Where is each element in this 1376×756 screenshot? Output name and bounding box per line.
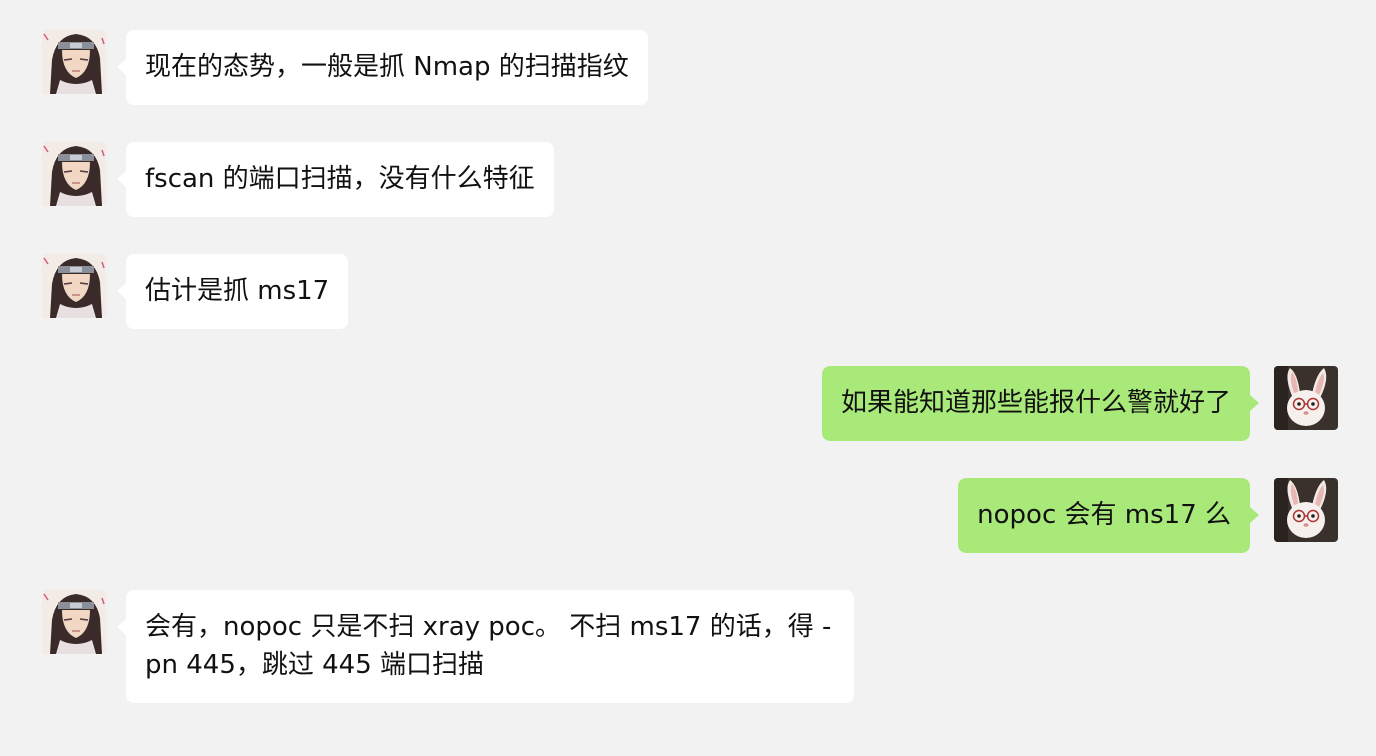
self-avatar[interactable] [1274, 366, 1338, 430]
incoming-message-bubble[interactable]: 估计是抓 ms17 [116, 254, 349, 329]
anime-character-avatar-icon [42, 30, 106, 94]
incoming-message-bubble[interactable]: 会有，nopoc 只是不扫 xray poc。 不扫 ms17 的话，得 -pn… [117, 590, 854, 703]
message-row: 会有，nopoc 只是不扫 xray poc。 不扫 ms17 的话，得 -pn… [42, 590, 854, 703]
incoming-message-bubble[interactable]: fscan 的端口扫描，没有什么特征 [117, 142, 554, 217]
incoming-message-bubble[interactable]: 现在的态势，一般是抓 Nmap 的扫描指纹 [117, 30, 648, 105]
message-row: 如果能知道那些能报什么警就好了 [821, 366, 1338, 441]
sender-avatar[interactable] [42, 142, 106, 206]
sender-avatar[interactable] [42, 590, 106, 654]
sender-avatar[interactable] [42, 30, 106, 94]
message-row: 现在的态势，一般是抓 Nmap 的扫描指纹 [42, 30, 648, 105]
rabbit-with-glasses-avatar-icon [1274, 478, 1338, 542]
outgoing-message-bubble[interactable]: 如果能知道那些能报什么警就好了 [821, 366, 1260, 441]
self-avatar[interactable] [1274, 478, 1338, 542]
outgoing-message-bubble[interactable]: nopoc 会有 ms17 么 [958, 478, 1259, 553]
anime-character-avatar-icon [42, 142, 106, 206]
sender-avatar[interactable] [42, 254, 106, 318]
chat-window: 现在的态势，一般是抓 Nmap 的扫描指纹 fscan 的端口扫描，没有什么特征… [0, 0, 1376, 756]
anime-character-avatar-icon [42, 254, 106, 318]
message-row: nopoc 会有 ms17 么 [958, 478, 1338, 553]
message-row: fscan 的端口扫描，没有什么特征 [42, 142, 554, 217]
rabbit-with-glasses-avatar-icon [1274, 366, 1338, 430]
anime-character-avatar-icon [42, 590, 106, 654]
message-row: 估计是抓 ms17 [42, 254, 349, 329]
